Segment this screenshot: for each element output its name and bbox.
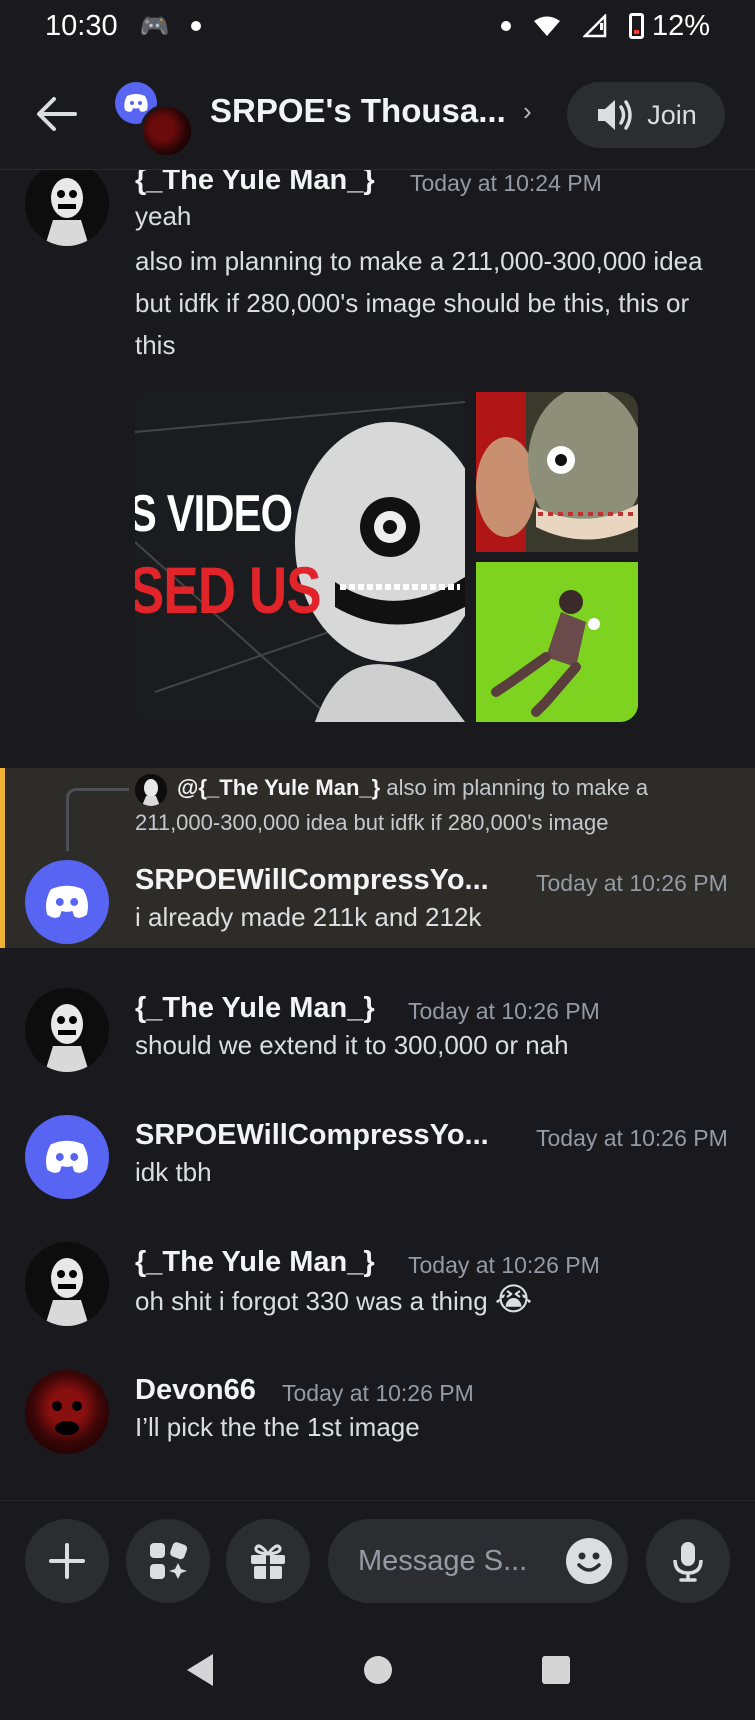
status-dot-icon <box>500 21 511 31</box>
message-text: i already made 211k and 212k <box>135 902 482 932</box>
join-label: Join <box>647 99 697 130</box>
voice-message-button[interactable] <box>646 1519 730 1603</box>
system-nav-bar <box>0 1620 755 1720</box>
message-timestamp: Today at 10:24 PM <box>410 170 602 196</box>
message-composer <box>0 1500 755 1621</box>
message-text: should we extend it to 300,000 or nah <box>135 1030 569 1060</box>
avatar[interactable] <box>25 860 109 944</box>
image-caption: SED US <box>135 553 322 627</box>
notification-dot-icon <box>191 21 202 31</box>
battery-icon <box>628 13 644 39</box>
reply-preview[interactable]: @{_The Yule Man_} also im planning to ma… <box>135 770 735 840</box>
message-text: idk tbh <box>135 1157 212 1187</box>
message-author[interactable]: SRPOEWillCompressYo... <box>135 864 489 897</box>
wifi-icon <box>533 16 560 36</box>
message-text: I’ll pick the the 1st image <box>135 1412 420 1442</box>
status-bar: 10:30 🎮 12% <box>0 0 755 52</box>
message-author[interactable]: {_The Yule Man_} <box>135 1246 375 1279</box>
message-author[interactable]: {_The Yule Man_} <box>135 170 375 197</box>
nav-back-icon[interactable] <box>183 1651 217 1689</box>
message-input[interactable] <box>356 1543 550 1579</box>
speaker-icon <box>598 100 632 130</box>
avatar[interactable] <box>25 988 109 1072</box>
avatar[interactable] <box>25 170 109 246</box>
image-attachment[interactable] <box>476 562 638 722</box>
smiley-icon <box>577 1552 601 1572</box>
game-controller-icon: 🎮 <box>139 12 170 40</box>
battery-level: 12% <box>651 9 710 42</box>
message-timestamp: Today at 10:26 PM <box>536 1125 728 1151</box>
message-timestamp: Today at 10:26 PM <box>536 870 728 896</box>
crying-emoji-icon: 😭 <box>494 1281 533 1317</box>
signal-icon <box>582 14 607 38</box>
plus-icon <box>49 1543 85 1579</box>
image-caption: S VIDEO <box>135 485 293 543</box>
message-author[interactable]: {_The Yule Man_} <box>135 992 375 1025</box>
reply-connector <box>66 788 129 851</box>
image-attachment[interactable]: S VIDEO SED US <box>135 392 465 722</box>
message-text: also im planning to make a 211,000-300,0… <box>135 246 703 360</box>
image-attachment[interactable] <box>476 392 638 552</box>
avatar[interactable] <box>25 1370 109 1454</box>
message-list[interactable]: {_The Yule Man_} Today at 10:24 PM yeah … <box>0 170 755 1500</box>
gift-button[interactable] <box>226 1519 310 1603</box>
message-text: oh shit i forgot 330 was a thing 😭 <box>135 1278 735 1322</box>
channel-header: SRPOE's Thousa... › Join <box>0 62 755 170</box>
channel-title[interactable]: SRPOE's Thousa... <box>210 92 506 130</box>
emoji-button[interactable] <box>566 1538 612 1584</box>
nav-home-icon[interactable] <box>362 1654 394 1686</box>
apps-button[interactable] <box>126 1519 210 1603</box>
message-text-body: oh shit i forgot 330 was a thing <box>135 1286 488 1316</box>
apps-icon <box>150 1542 188 1579</box>
nav-recents-icon[interactable] <box>540 1654 572 1686</box>
message-timestamp: Today at 10:26 PM <box>408 998 600 1024</box>
back-button[interactable] <box>35 93 93 139</box>
reply-author: @{_The Yule Man_} <box>177 775 381 800</box>
discord-logo-icon <box>46 1140 88 1173</box>
message-timestamp: Today at 10:26 PM <box>408 1252 600 1278</box>
server-icon[interactable] <box>115 82 194 158</box>
message-author[interactable]: Devon66 <box>135 1374 256 1407</box>
avatar[interactable] <box>25 1242 109 1326</box>
discord-logo-icon <box>46 885 88 918</box>
message-timestamp: Today at 10:26 PM <box>282 1380 474 1406</box>
join-voice-button[interactable]: Join <box>567 82 725 148</box>
message-author[interactable]: SRPOEWillCompressYo... <box>135 1119 489 1152</box>
avatar[interactable] <box>25 1115 109 1199</box>
message-text: yeah <box>135 201 192 231</box>
chevron-right-icon: › <box>523 96 532 126</box>
arrow-left-icon <box>37 96 77 131</box>
add-attachment-button[interactable] <box>25 1519 109 1603</box>
gift-icon <box>251 1544 285 1579</box>
message-input-container[interactable] <box>328 1519 628 1603</box>
microphone-icon <box>673 1542 703 1582</box>
server-avatar <box>140 104 194 158</box>
status-time: 10:30 <box>45 9 118 42</box>
